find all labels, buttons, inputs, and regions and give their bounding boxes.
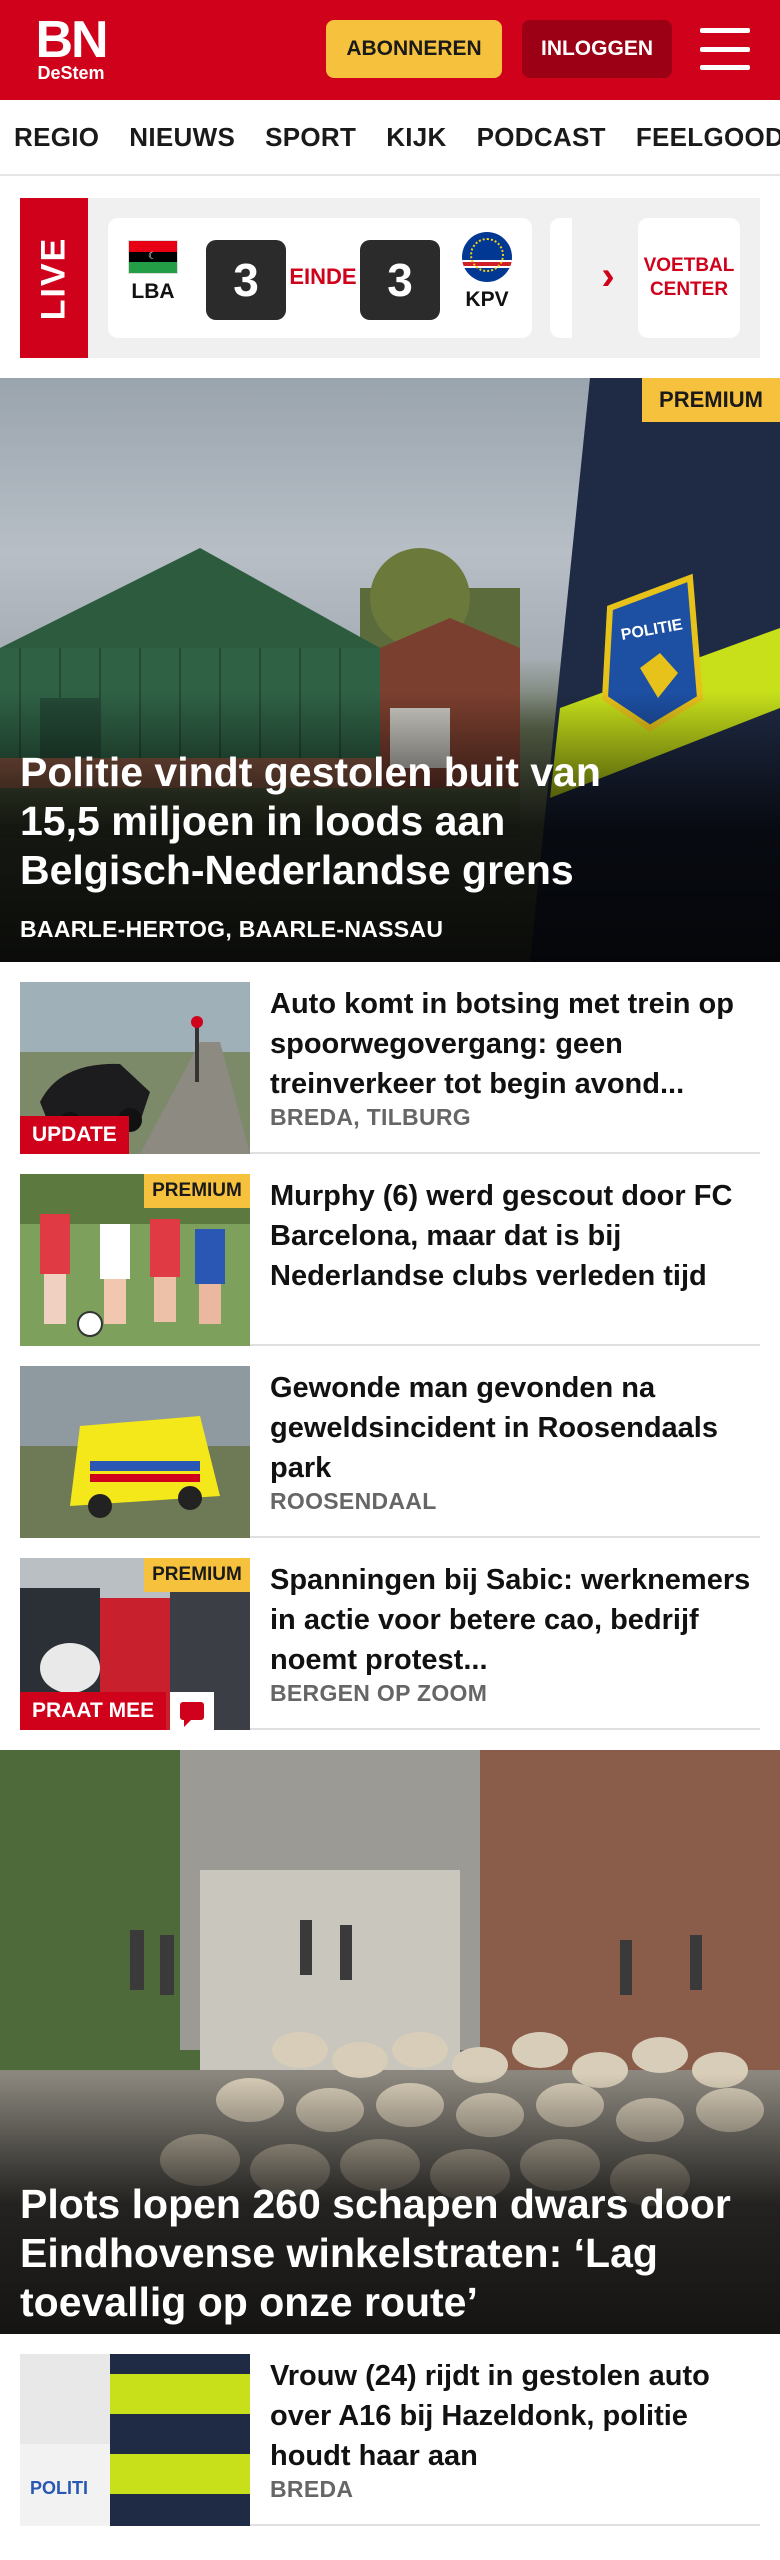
nav-item-kijk[interactable]: KIJK [386,122,446,153]
login-button[interactable]: INLOGGEN [522,20,672,78]
home-team: LBA [118,240,188,304]
svg-text:POLITI: POLITI [30,2478,88,2498]
chat-bubble [180,1702,204,1727]
article-thumbnail [20,1366,250,1538]
chevron-right-icon[interactable]: › [590,254,626,298]
match-card[interactable]: LBA 3 EINDE 3 KPV [108,218,532,338]
ambulance-image [20,1366,250,1538]
nav-item-sport[interactable]: SPORT [265,122,356,153]
article-title[interactable]: Gewonde man gevonden na geweldsincident … [270,1368,760,1488]
next-match-card[interactable] [550,218,572,338]
premium-badge: PREMIUM [144,1558,250,1592]
away-team: KPV [452,232,522,312]
article-title[interactable]: Vrouw (24) rijdt in gestolen auto over A… [270,2356,760,2476]
list-item[interactable]: PREMIUM PRAAT MEE Spanningen bij Sabic: … [20,1538,760,1730]
libya-flag-icon [128,240,178,274]
menu-bar [700,28,750,33]
football-center-link[interactable]: VOETBAL CENTER [638,218,740,338]
bn-destem-logo[interactable]: BN DeStem [26,10,116,90]
away-score: 3 [360,240,440,320]
hero-article-secondary[interactable]: Plots lopen 260 schapen dwars door Eindh… [0,1750,780,2334]
article-title[interactable]: Auto komt in botsing met trein op spoorw… [270,984,760,1104]
match-status: EINDE [289,264,357,289]
site-header: BN DeStem ABONNEREN INLOGGEN [0,0,780,100]
live-scores-bar: LIVE LBA 3 EINDE 3 KPV › VOETBAL CENTER [20,198,760,358]
menu-bar [700,46,750,52]
menu-bar [700,65,750,70]
article-location: BREDA [270,2476,354,2502]
nav-item-podcast[interactable]: PODCAST [477,122,606,153]
hero-headline[interactable]: Politie vindt gestolen buit van 15,5 mil… [20,748,690,895]
list-item[interactable]: PREMIUM Murphy (6) werd gescout door FC … [20,1154,760,1346]
live-label-text: LIVE [34,236,73,320]
hero-article[interactable]: POLITIE PREMIUM Politie vindt gestolen b… [0,378,780,962]
article-location: ROOSENDAAL [270,1488,437,1514]
section-nav: REGIO NIEUWS SPORT KIJK PODCAST FEELGOOD [0,100,780,176]
article-location: BREDA, TILBURG [270,1104,471,1130]
police-officer-image: POLITI [20,2354,250,2526]
article-thumbnail: UPDATE [20,982,250,1154]
article-thumbnail: PREMIUM PRAAT MEE [20,1558,250,1730]
live-label: LIVE [20,198,88,358]
list-item[interactable]: Gewonde man gevonden na geweldsincident … [20,1346,760,1538]
article-thumbnail: PREMIUM [20,1174,250,1346]
logo-sub-text: DeStem [37,63,105,83]
home-score: 3 [206,240,286,320]
article-thumbnail: POLITI [20,2354,250,2526]
premium-badge: PREMIUM [642,378,780,422]
hero-location: BAARLE-HERTOG, BAARLE-NASSAU [20,916,444,942]
hero-headline[interactable]: Plots lopen 260 schapen dwars door Eindh… [20,2180,740,2327]
article-list: UPDATE Auto komt in botsing met trein op… [0,962,780,1730]
update-tag: UPDATE [20,1116,129,1154]
article-title[interactable]: Spanningen bij Sabic: werknemers in acti… [270,1560,760,1680]
subscribe-button[interactable]: ABONNEREN [326,20,502,78]
away-team-code: KPV [465,288,509,311]
hamburger-icon[interactable] [700,28,750,70]
article-location: BERGEN OP ZOOM [270,1680,488,1706]
praat-mee-tag: PRAAT MEE [20,1692,167,1730]
cape-verde-flag-icon [462,232,512,282]
premium-badge: PREMIUM [144,1174,250,1208]
nav-item-regio[interactable]: REGIO [14,122,99,153]
article-list-secondary: POLITI Vrouw (24) rijdt in gestolen auto… [0,2334,780,2526]
article-title[interactable]: Murphy (6) werd gescout door FC Barcelon… [270,1176,760,1296]
list-item[interactable]: POLITI Vrouw (24) rijdt in gestolen auto… [20,2334,760,2526]
home-team-code: LBA [131,280,175,303]
list-item[interactable]: UPDATE Auto komt in botsing met trein op… [20,962,760,1154]
nav-item-nieuws[interactable]: NIEUWS [129,122,235,153]
comment-icon [170,1692,214,1730]
nav-item-feelgood[interactable]: FEELGOOD [636,122,780,153]
logo-main-text: BN [35,11,108,69]
